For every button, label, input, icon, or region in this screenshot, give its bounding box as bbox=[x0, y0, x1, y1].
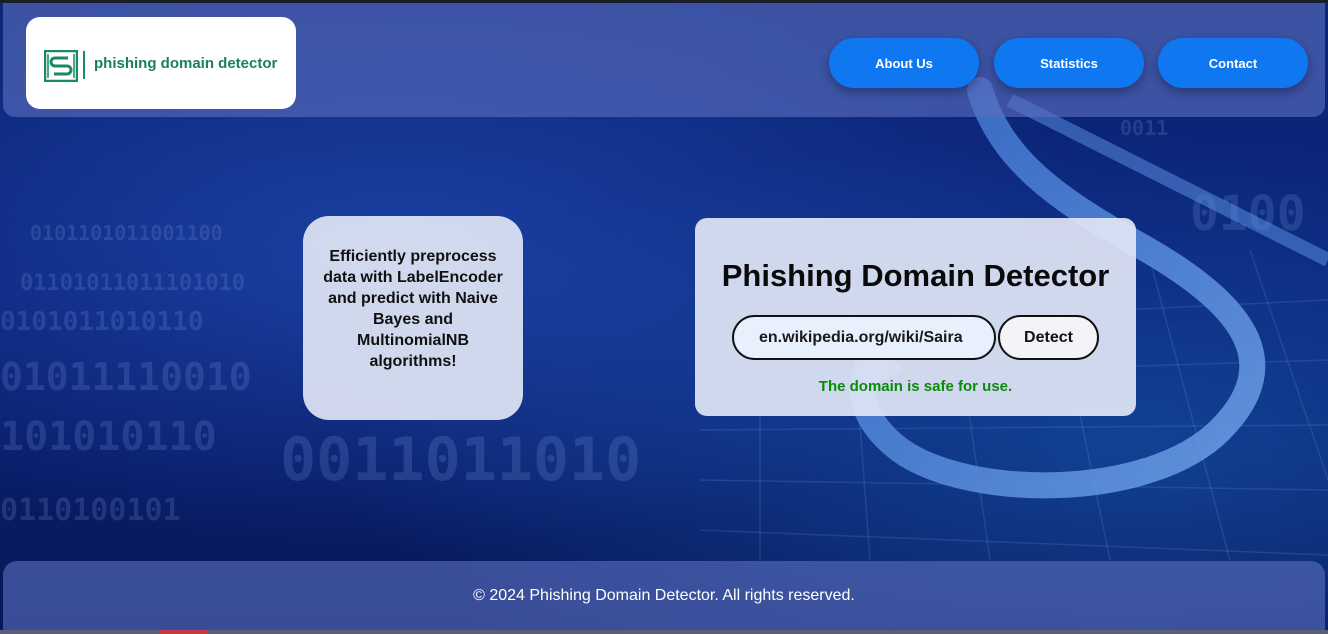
info-card-text: Efficiently preprocess data with LabelEn… bbox=[323, 248, 503, 370]
nav-contact-button[interactable]: Contact bbox=[1158, 38, 1308, 88]
detector-card: Phishing Domain Detector Detect The doma… bbox=[695, 218, 1136, 416]
nav-statistics-button[interactable]: Statistics bbox=[994, 38, 1144, 88]
detect-button[interactable]: Detect bbox=[998, 315, 1099, 360]
logo-text: phishing domain detector bbox=[94, 55, 278, 72]
logo[interactable]: phishing domain detector bbox=[26, 17, 296, 109]
header-bar: phishing domain detector About Us Statis… bbox=[3, 3, 1325, 117]
info-card: Efficiently preprocess data with LabelEn… bbox=[303, 216, 523, 420]
bottom-accent bbox=[160, 630, 208, 634]
svg-text:01011110010: 01011110010 bbox=[0, 355, 252, 399]
svg-text:101010110: 101010110 bbox=[0, 414, 217, 460]
nav-about-us-button[interactable]: About Us bbox=[829, 38, 979, 88]
svg-text:0101011010110: 0101011010110 bbox=[0, 307, 204, 337]
result-message: The domain is safe for use. bbox=[818, 378, 1013, 395]
footer-copyright: © 2024 Phishing Domain Detector. All rig… bbox=[473, 587, 855, 604]
detector-title: Phishing Domain Detector bbox=[721, 258, 1110, 293]
svg-text:0011: 0011 bbox=[1120, 116, 1168, 140]
svg-text:0110100101: 0110100101 bbox=[0, 493, 181, 528]
domain-input[interactable] bbox=[732, 315, 996, 360]
logo-separator bbox=[83, 51, 85, 79]
svg-text:0101101011001100: 0101101011001100 bbox=[30, 221, 223, 245]
footer: © 2024 Phishing Domain Detector. All rig… bbox=[3, 561, 1325, 630]
logo-mark-icon bbox=[43, 49, 79, 87]
svg-text:0011011010: 0011011010 bbox=[280, 425, 641, 495]
svg-text:01101011011101010: 01101011011101010 bbox=[20, 271, 245, 296]
